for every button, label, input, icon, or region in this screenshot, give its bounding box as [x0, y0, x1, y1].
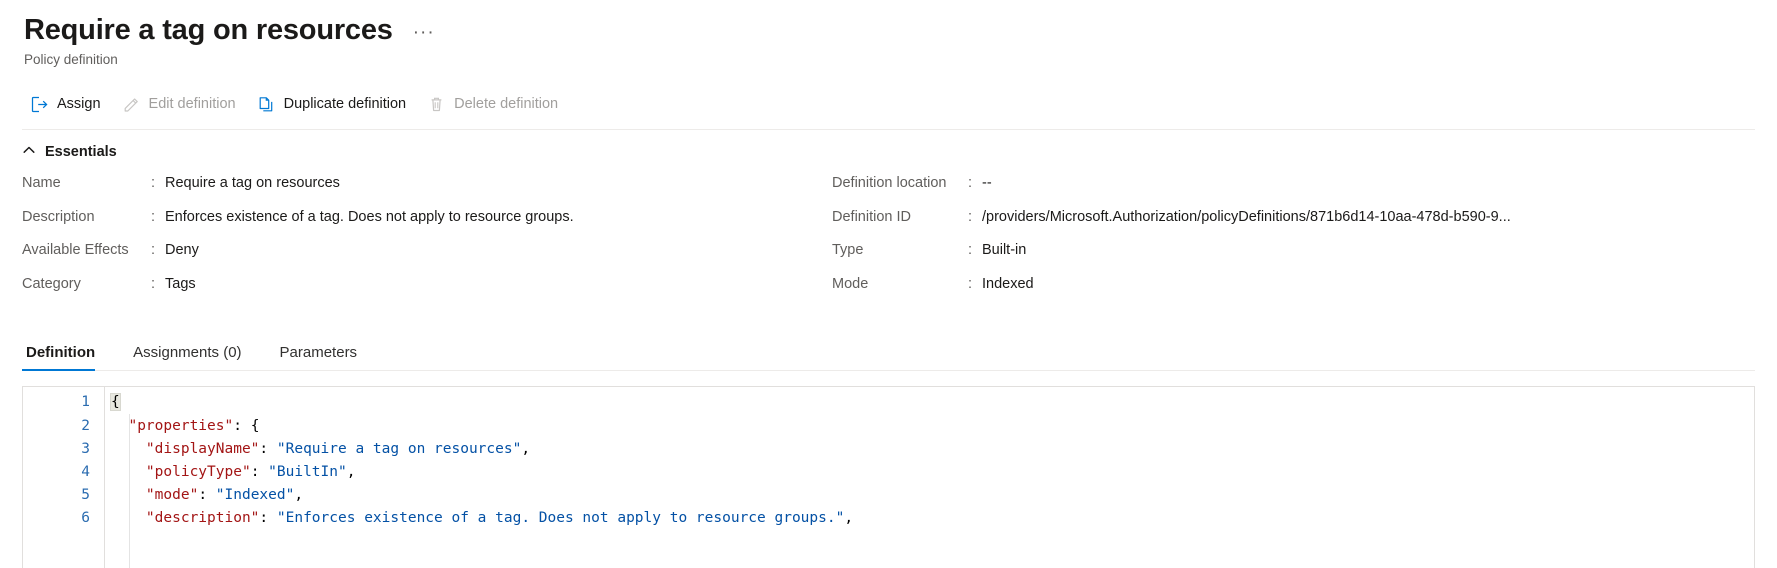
essentials-row-description: Description : Enforces existence of a ta… [22, 209, 832, 243]
editor-line-numbers: 1 2 3 4 5 6 [23, 387, 105, 568]
line-number: 6 [81, 510, 90, 527]
essentials-row-category: Category : Tags [22, 276, 832, 310]
title-row: Require a tag on resources ··· [24, 14, 1777, 46]
code-token-pun: : [198, 487, 216, 504]
essentials-label: Type [832, 242, 864, 259]
duplicate-definition-button[interactable]: Duplicate definition [249, 91, 420, 118]
page-subtitle: Policy definition [24, 52, 118, 68]
essentials-label: Name [22, 175, 61, 192]
code-token-pun: , [521, 440, 531, 457]
code-line: "properties": { [105, 415, 1754, 438]
tab-parameters[interactable]: Parameters [276, 344, 376, 370]
essentials-label: Available Effects [22, 242, 129, 259]
essentials-colon: : [151, 208, 156, 225]
pencil-icon [122, 95, 141, 114]
tab-definition[interactable]: Definition [22, 344, 113, 372]
copy-icon [257, 95, 276, 114]
essentials-colon: : [968, 242, 973, 259]
code-line: "description": "Enforces existence of a … [105, 507, 1754, 530]
delete-definition-label: Delete definition [454, 96, 559, 113]
code-token-pun: { [110, 393, 121, 412]
tab-assignments[interactable]: Assignments (0) [129, 344, 259, 370]
essentials-value: Deny [165, 242, 199, 259]
assign-button[interactable]: Assign [22, 91, 114, 118]
essentials-label: Description [22, 208, 95, 225]
essentials-colon: : [151, 175, 156, 192]
code-token-key: "properties" [128, 417, 234, 434]
editor-code-area[interactable]: { "properties": { "displayName": "Requir… [105, 387, 1754, 568]
code-token-pun: : [259, 440, 277, 457]
essentials-row-name: Name : Require a tag on resources [22, 175, 832, 209]
line-number: 4 [81, 464, 90, 481]
essentials-label: Category [22, 275, 81, 292]
essentials-value: -- [982, 175, 992, 192]
duplicate-definition-label: Duplicate definition [283, 96, 407, 113]
json-definition-editor[interactable]: 123456 { "properties": { "displayName": … [22, 386, 1755, 568]
code-token-key: "policyType" [145, 464, 251, 481]
code-token-str: "Indexed" [215, 487, 295, 504]
line-number: 2 [81, 417, 90, 434]
indent-guide [129, 414, 130, 568]
essentials-row-definition-id: Definition ID : /providers/Microsoft.Aut… [832, 209, 1777, 243]
essentials-colon: : [151, 275, 156, 292]
essentials-value: Enforces existence of a tag. Does not ap… [165, 208, 574, 225]
essentials-colon: : [968, 275, 973, 292]
code-line: { [105, 391, 1754, 414]
essentials-value: Indexed [982, 275, 1034, 292]
code-token-pun: : [259, 510, 277, 527]
essentials-value: /providers/Microsoft.Authorization/polic… [982, 208, 1511, 225]
policy-definition-page: Require a tag on resources ··· Policy de… [0, 0, 1777, 568]
code-token-pun: , [294, 487, 304, 504]
code-token-pun: , [844, 510, 854, 527]
code-line: "mode": "Indexed", [105, 484, 1754, 507]
chevron-up-icon [22, 143, 36, 161]
code-token-str: "Enforces existence of a tag. Does not a… [276, 510, 845, 527]
essentials-right-column: Definition location : -- Definition ID :… [832, 175, 1777, 309]
code-token-key: "mode" [145, 487, 199, 504]
essentials-toggle[interactable]: Essentials [22, 143, 1777, 161]
essentials-value: Require a tag on resources [165, 175, 340, 192]
code-token-pun: : [250, 464, 269, 481]
essentials-colon: : [968, 175, 973, 192]
essentials-left-column: Name : Require a tag on resources Descri… [22, 175, 832, 309]
essentials-row-mode: Mode : Indexed [832, 276, 1777, 310]
command-bar: Assign Edit definition Duplicate definit… [0, 87, 1777, 121]
essentials-label: Mode [832, 275, 869, 292]
essentials-value: Tags [165, 275, 196, 292]
essentials-row-available-effects: Available Effects : Deny [22, 242, 832, 276]
edit-definition-label: Edit definition [148, 96, 236, 113]
code-token-str: "BuiltIn" [268, 464, 347, 481]
essentials-colon: : [151, 242, 156, 259]
essentials-grid: Name : Require a tag on resources Descri… [22, 175, 1777, 309]
assign-label: Assign [57, 96, 101, 113]
more-options-button[interactable]: ··· [409, 21, 439, 44]
delete-definition-button: Delete definition [419, 91, 571, 118]
assign-icon [30, 95, 49, 114]
page-header: Require a tag on resources ··· Policy de… [0, 0, 1777, 67]
essentials-section: Essentials Name : Require a tag on resou… [0, 130, 1777, 309]
essentials-value: Built-in [982, 242, 1027, 259]
code-token-key: "description" [145, 510, 260, 527]
essentials-heading: Essentials [45, 144, 117, 161]
code-line: "policyType": "BuiltIn", [105, 461, 1754, 484]
edit-definition-button: Edit definition [114, 91, 249, 118]
essentials-row-definition-location: Definition location : -- [832, 175, 1777, 209]
essentials-label: Definition location [832, 175, 947, 192]
code-token-key: "displayName" [145, 440, 260, 457]
line-number: 3 [81, 440, 90, 457]
code-token-pun: : { [233, 417, 260, 434]
line-number: 5 [81, 487, 90, 504]
code-token-str: "Require a tag on resources" [276, 440, 522, 457]
page-title: Require a tag on resources [24, 14, 393, 46]
trash-icon [427, 95, 446, 114]
essentials-label: Definition ID [832, 208, 911, 225]
line-number: 1 [81, 394, 90, 411]
code-line: "displayName": "Require a tag on resourc… [105, 438, 1754, 461]
tab-bar: Definition Assignments (0) Parameters [22, 333, 1755, 372]
essentials-colon: : [968, 208, 973, 225]
essentials-row-type: Type : Built-in [832, 242, 1777, 276]
code-token-pun: , [346, 464, 356, 481]
